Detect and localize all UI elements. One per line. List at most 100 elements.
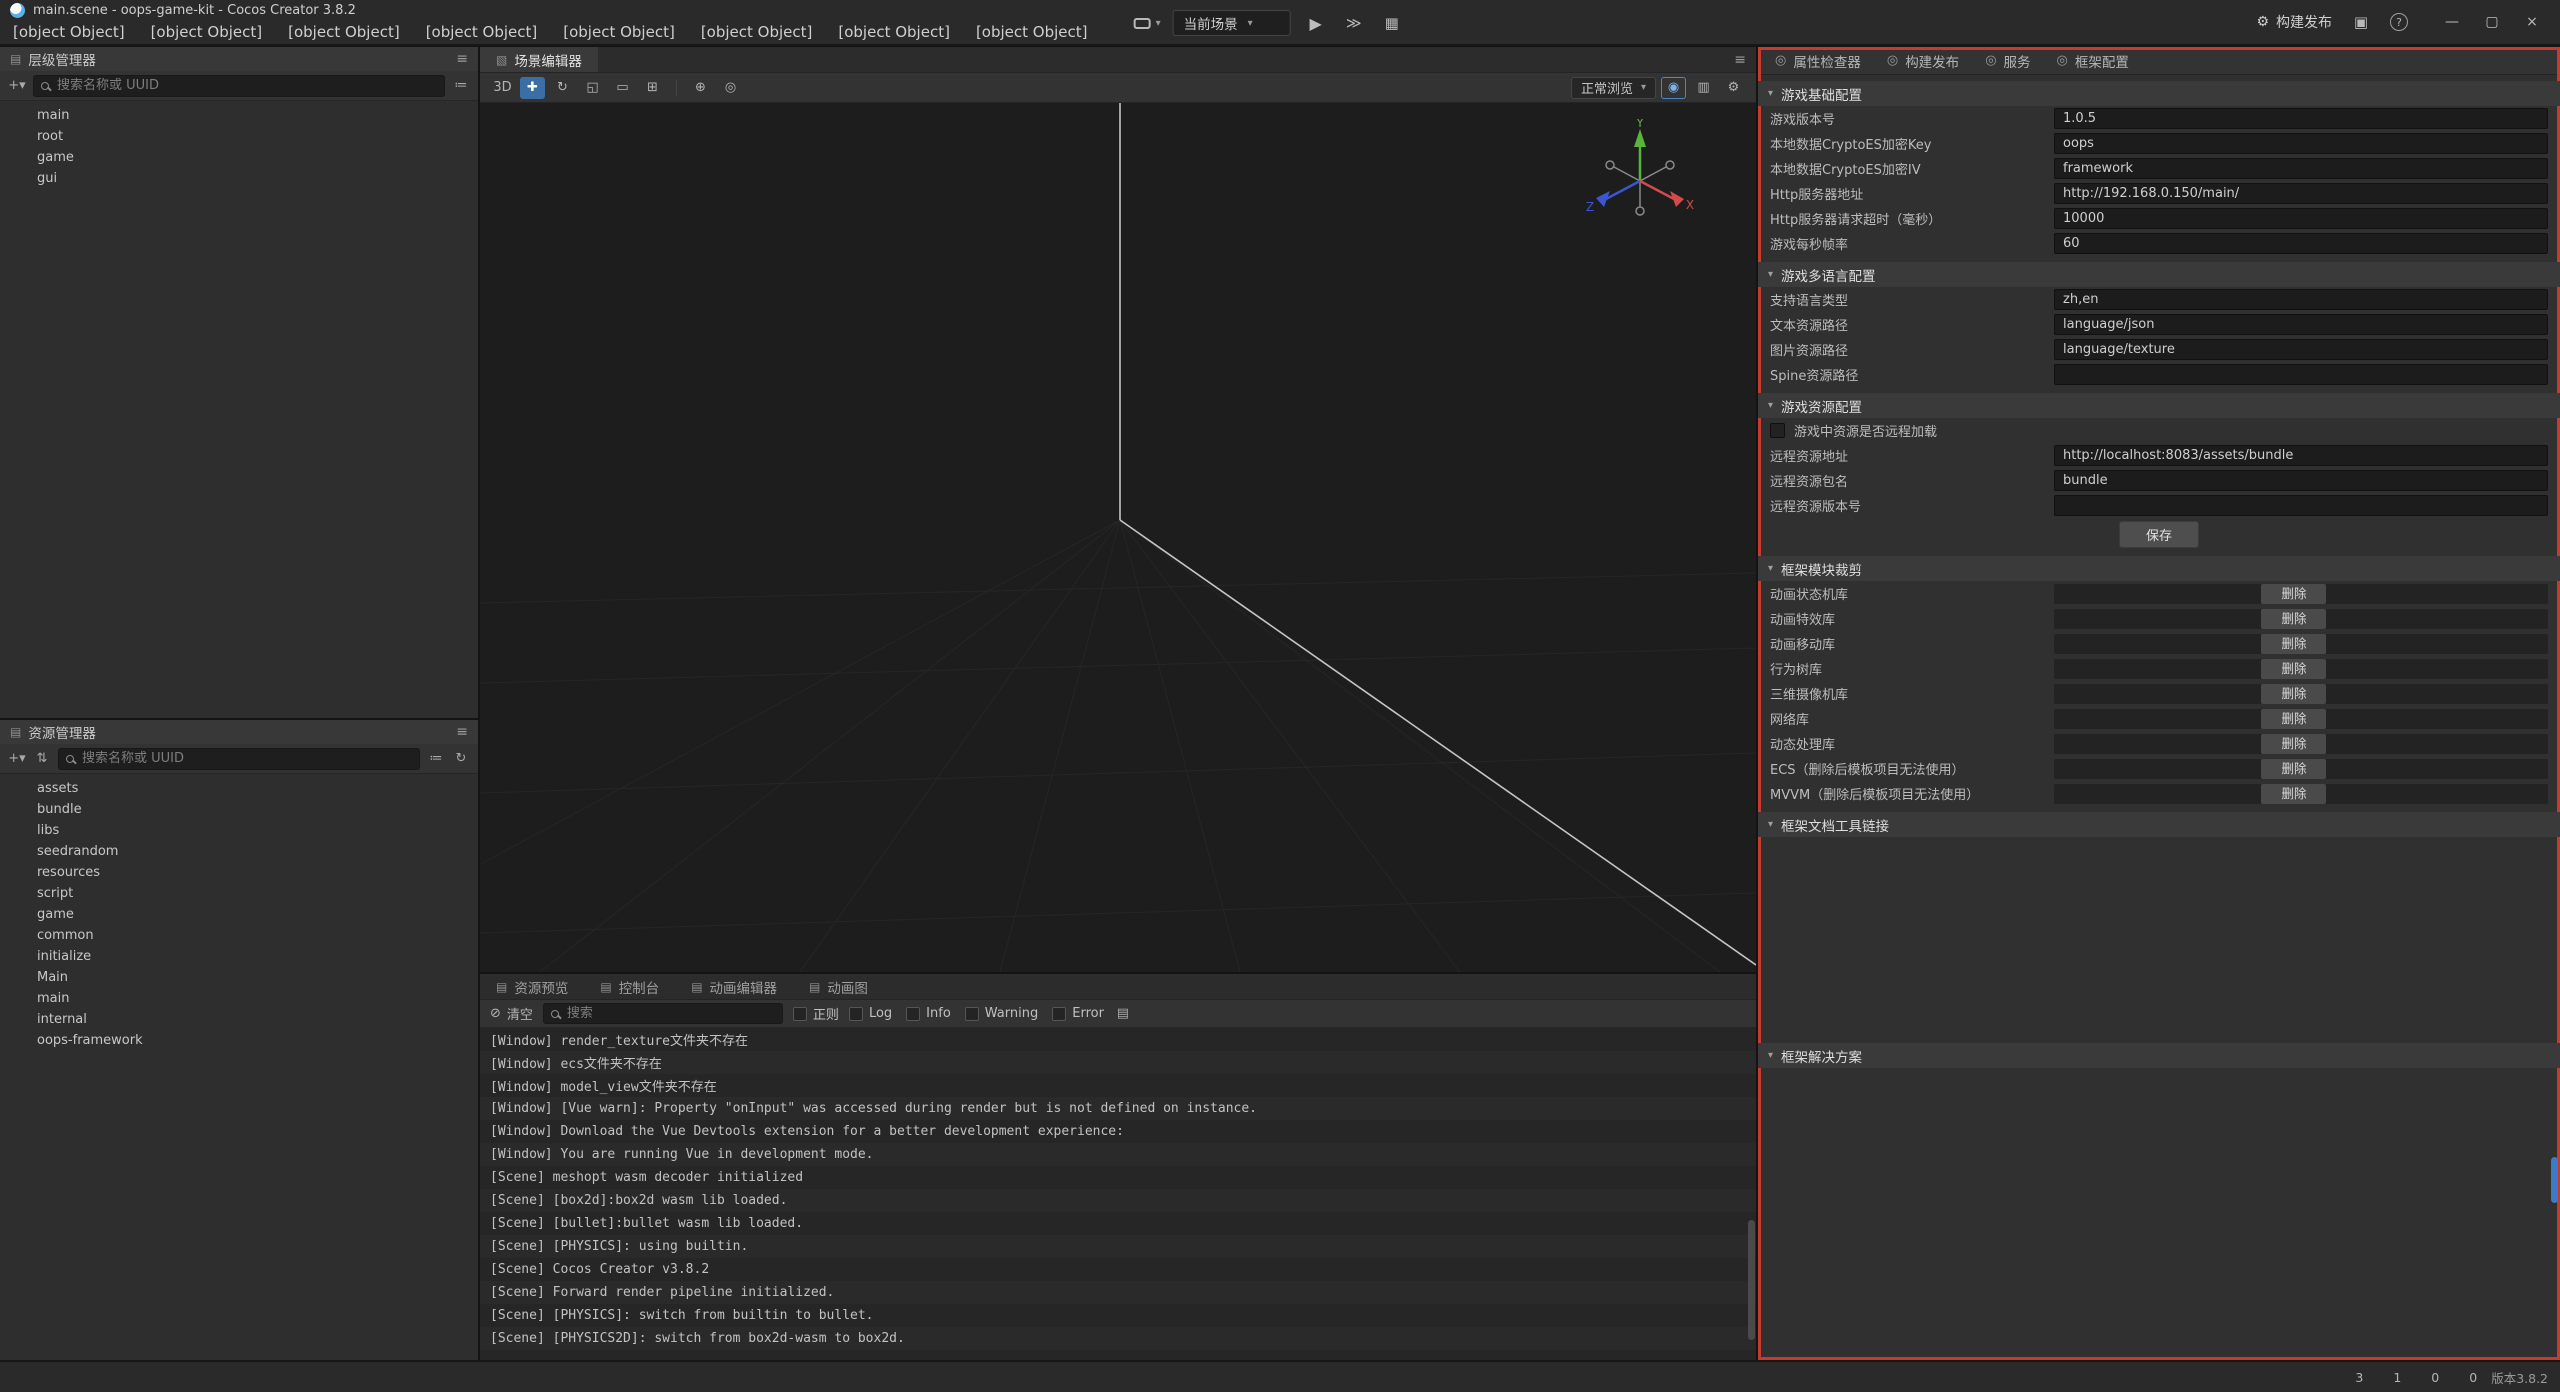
asset-row[interactable]: seedrandom [0, 841, 478, 862]
console-tab[interactable]: ▤ 动画编辑器 [675, 974, 793, 999]
inspector-scrollbar-thumb[interactable] [2551, 1157, 2558, 1203]
scale-tool-button[interactable]: ◱ [580, 77, 605, 99]
tree-node[interactable]: main [0, 105, 478, 126]
build-publish-button[interactable]: ⚙ 构建发布 [2256, 12, 2332, 32]
transform-gizmo-button[interactable]: ⊞ [640, 77, 665, 99]
inspector-tab[interactable]: ◎ 框架配置 [2044, 47, 2142, 74]
solution-link[interactable] [1758, 1193, 2560, 1218]
create-asset-button[interactable]: +▾ [8, 751, 26, 766]
console-tab[interactable]: ▤ 资源预览 [480, 974, 584, 999]
property-input[interactable] [2054, 108, 2548, 129]
menu-item[interactable]: [object Object] [275, 23, 413, 41]
module-delete-button[interactable]: 删除 [2261, 659, 2326, 679]
doc-link[interactable] [1758, 862, 2560, 887]
section-game-res[interactable]: ▾ 游戏资源配置 [1758, 393, 2560, 418]
doc-link[interactable] [1758, 987, 2560, 1012]
property-input[interactable] [2054, 158, 2548, 179]
dimension-toggle-button[interactable]: 3D [490, 77, 515, 99]
menu-item[interactable]: [object Object] [138, 23, 276, 41]
play-button[interactable]: ▶ [1303, 10, 1329, 36]
section-modules[interactable]: ▾ 框架模块裁剪 [1758, 556, 2560, 581]
log-level-filter[interactable]: Error [1052, 1006, 1104, 1021]
module-delete-button[interactable]: 删除 [2261, 684, 2326, 704]
scene-stats-button[interactable]: ▥ [1691, 77, 1716, 99]
regex-filter[interactable]: 正则 [793, 1004, 839, 1023]
log-line[interactable]: ! [Window] ecs文件夹不存在 [480, 1051, 1756, 1074]
asset-row[interactable]: initialize [0, 946, 478, 967]
property-input[interactable] [2054, 208, 2548, 229]
refresh-icon[interactable]: ↻ [452, 751, 470, 766]
asset-row[interactable]: game [0, 904, 478, 925]
log-line[interactable]: ! [Window] Download the Vue Devtools ext… [480, 1120, 1756, 1143]
tree-node[interactable]: gui [0, 168, 478, 189]
asset-row[interactable]: internal [0, 1009, 478, 1030]
property-input[interactable] [2054, 133, 2548, 154]
log-line[interactable]: ! [Scene] Cocos Creator v3.8.2 [480, 1258, 1756, 1281]
status-counter[interactable]: 1 [2375, 1370, 2401, 1385]
step-button[interactable]: ≫ [1341, 10, 1367, 36]
inspector-tab[interactable]: ◎ 构建发布 [1874, 47, 1972, 74]
property-input[interactable] [2054, 233, 2548, 254]
module-delete-button[interactable]: 删除 [2261, 759, 2326, 779]
menu-item[interactable]: [object Object] [963, 23, 1101, 41]
asset-row[interactable]: oops-framework [0, 1030, 478, 1051]
close-button[interactable]: × [2512, 0, 2552, 45]
log-level-filter[interactable]: Log [849, 1006, 892, 1021]
log-line[interactable]: ! [Scene] [PHYSICS2D]: switch from box2d… [480, 1327, 1756, 1350]
view-mode-select[interactable]: 正常浏览 ▾ [1571, 77, 1656, 99]
menu-item[interactable]: [object Object] [825, 23, 963, 41]
status-counter[interactable]: 0 [2451, 1370, 2477, 1385]
solution-link[interactable] [1758, 1168, 2560, 1193]
tab-scene-editor[interactable]: ▧ 场景编辑器 [480, 47, 598, 72]
menu-item[interactable]: [object Object] [0, 23, 138, 41]
inspector-tab[interactable]: ◎ 服务 [1972, 47, 2043, 74]
panel-menu-icon[interactable]: ≡ [456, 51, 468, 67]
doc-link[interactable] [1758, 887, 2560, 912]
solution-link[interactable] [1758, 1118, 2560, 1143]
module-delete-button[interactable]: 删除 [2261, 634, 2326, 654]
doc-link[interactable] [1758, 937, 2560, 962]
rotate-tool-button[interactable]: ↻ [550, 77, 575, 99]
tree-node[interactable]: game [0, 147, 478, 168]
log-line[interactable]: ! [Window] You are running Vue in develo… [480, 1143, 1756, 1166]
section-game-i18n[interactable]: ▾ 游戏多语言配置 [1758, 262, 2560, 287]
asset-row[interactable]: resources [0, 862, 478, 883]
log-line[interactable]: ! [Scene] Forward render pipeline initia… [480, 1281, 1756, 1304]
doc-link[interactable] [1758, 837, 2560, 862]
property-input[interactable] [2054, 314, 2548, 335]
property-input[interactable] [2054, 470, 2548, 491]
scene-light-button[interactable]: ◉ [1661, 77, 1686, 99]
console-tab[interactable]: ▤ 动画图 [793, 974, 884, 999]
inspector-tab[interactable]: ◎ 属性检查器 [1762, 47, 1874, 74]
module-delete-button[interactable]: 删除 [2261, 734, 2326, 754]
menu-item[interactable]: [object Object] [550, 23, 688, 41]
asset-row[interactable]: main [0, 988, 478, 1009]
scene-settings-button[interactable]: ⚙ [1721, 77, 1746, 99]
property-input[interactable] [2054, 289, 2548, 310]
module-delete-button[interactable]: 删除 [2261, 609, 2326, 629]
property-input[interactable] [2054, 495, 2548, 516]
panel-menu-icon[interactable]: ≡ [1734, 52, 1746, 68]
asset-row[interactable]: common [0, 925, 478, 946]
pivot-toggle-button[interactable]: ⊕ [688, 77, 713, 99]
log-line[interactable]: ! [Scene] [bullet]:bullet wasm lib loade… [480, 1212, 1756, 1235]
module-delete-button[interactable]: 删除 [2261, 784, 2326, 804]
save-button[interactable]: 保存 [2119, 521, 2199, 548]
console-search-input[interactable] [565, 1005, 775, 1022]
layout-button[interactable]: ▦ [1379, 10, 1405, 36]
solution-link[interactable] [1758, 1093, 2560, 1118]
preview-window-button[interactable]: ▣ [2348, 9, 2374, 35]
asset-row[interactable]: bundle [0, 799, 478, 820]
tree-node[interactable]: root [0, 126, 478, 147]
section-solutions[interactable]: ▾ 框架解决方案 [1758, 1043, 2560, 1068]
console-tab[interactable]: ▤ 控制台 [584, 974, 675, 999]
section-game-basic[interactable]: ▾ 游戏基础配置 [1758, 81, 2560, 106]
asset-row[interactable]: libs [0, 820, 478, 841]
log-level-filter[interactable]: Info [906, 1006, 951, 1021]
log-file-button[interactable]: ▤ [1114, 1006, 1132, 1021]
device-preview-button[interactable]: ▾ [1134, 18, 1161, 29]
log-line[interactable]: ! [Scene] meshopt wasm decoder initializ… [480, 1166, 1756, 1189]
remote-load-checkbox[interactable] [1770, 423, 1785, 438]
translate-tool-button[interactable]: ✚ [520, 77, 545, 99]
help-button[interactable]: ? [2390, 13, 2408, 31]
